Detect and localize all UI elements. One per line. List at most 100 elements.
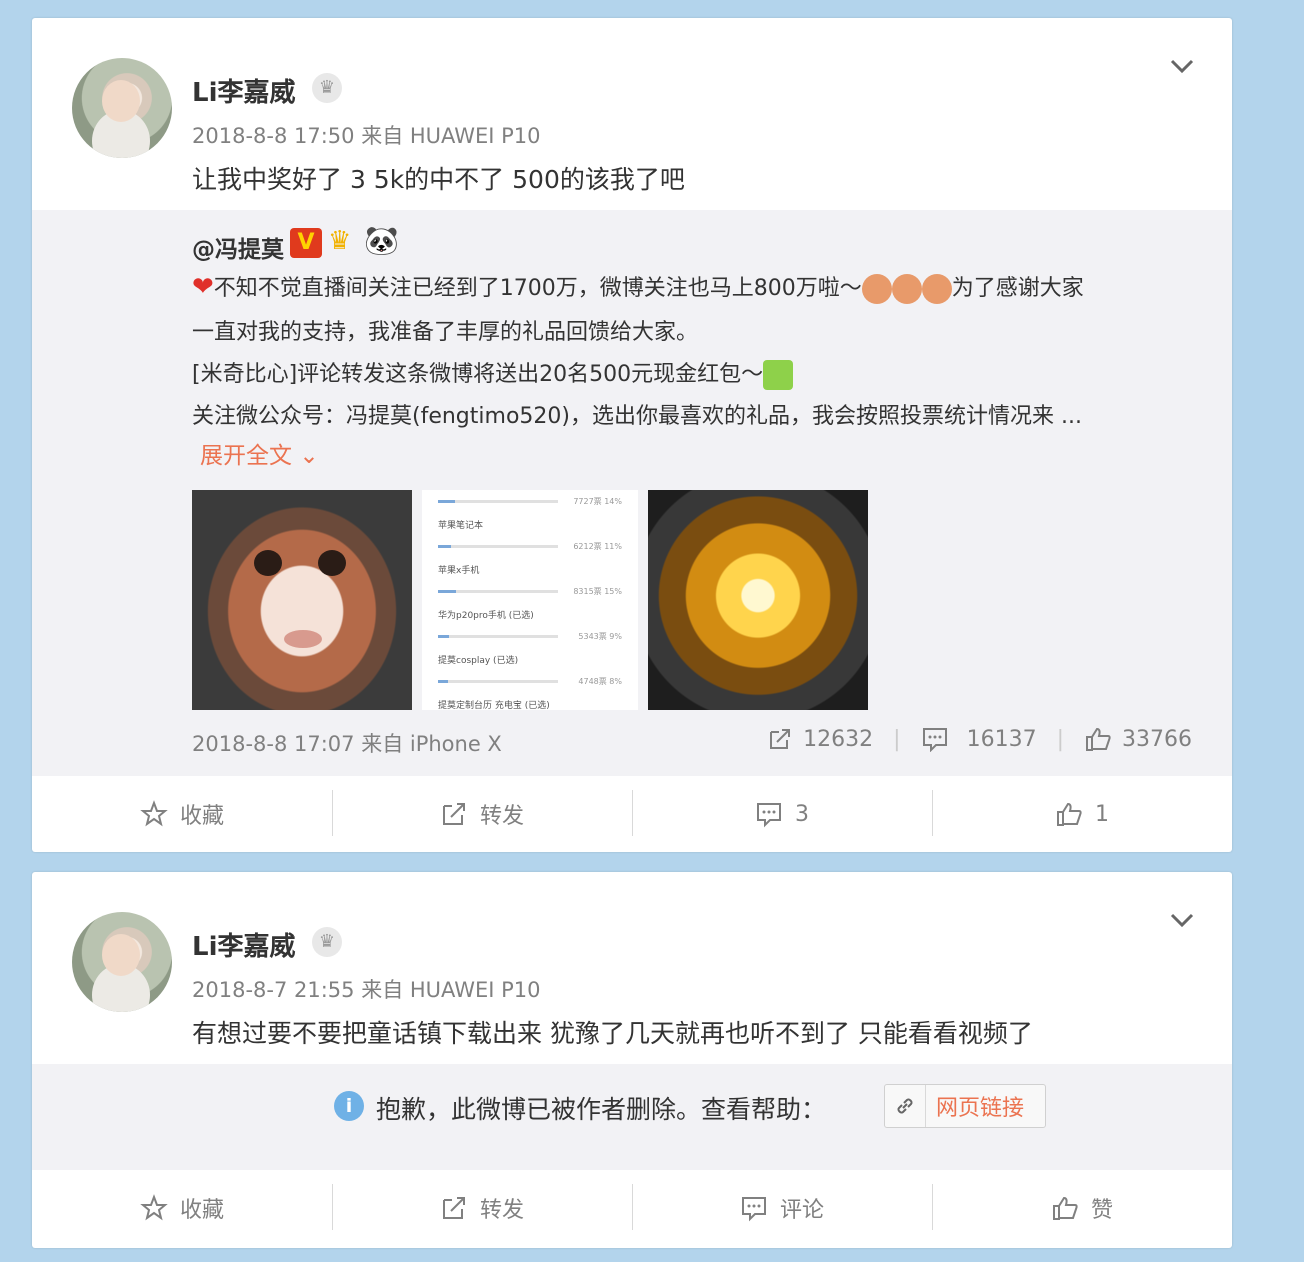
repost-block: @冯提莫 V ♛ 🐼 ❤不知不觉直播间关注已经到了1700万，微博关注也马上80…: [32, 210, 1232, 776]
comment-icon: [757, 803, 781, 828]
poll-option-label: 苹果笔记本: [438, 521, 484, 531]
like-button[interactable]: 1: [932, 776, 1232, 852]
expand-full-text-link[interactable]: 展开全文 ⌄: [200, 436, 319, 470]
comment-label: 评论: [779, 1198, 824, 1223]
repost-button[interactable]: 转发: [332, 1170, 632, 1246]
poll-bar: [438, 500, 558, 503]
comment-label: 3: [795, 801, 809, 827]
like-count[interactable]: 33766: [1084, 726, 1192, 752]
repost-line-4: 关注微公众号：冯提莫(fengtimo520)，选出你最喜欢的礼品，我会按照投票…: [192, 404, 1082, 429]
expand-label: 展开全文: [200, 443, 292, 469]
deleted-notice: i 抱歉，此微博已被作者删除。查看帮助： 网页链接: [32, 1064, 1232, 1170]
post-text: 让我中奖好了 3 5k的中不了 500的该我了吧: [192, 165, 685, 194]
like-label: 1: [1095, 801, 1109, 827]
thumb-up-icon: [1052, 1196, 1078, 1220]
repost-label: 转发: [479, 1198, 524, 1223]
action-bar: 收藏 转发 评论 赞: [32, 1170, 1232, 1246]
repost-meta: 2018-8-8 17:07 来自 iPhone X: [192, 732, 502, 756]
divider: |: [893, 726, 901, 752]
crown-icon: ♛: [312, 73, 342, 103]
comment-count[interactable]: 16137: [921, 726, 1037, 752]
weibo-card: Li李嘉威 ♛ 2018-8-8 17:50 来自 HUAWEI P10 让我中…: [32, 18, 1232, 852]
action-bar: 收藏 转发 3 1: [32, 776, 1232, 852]
poll-bar: [438, 635, 558, 638]
repost-line-1b: 为了感谢大家: [951, 276, 1084, 301]
repost-line-2: 一直对我的支持，我准备了丰厚的礼品回馈给大家。: [192, 320, 699, 345]
poll-bar-fill: [438, 590, 456, 593]
divider: |: [1056, 726, 1064, 752]
poll-bar: [438, 545, 558, 548]
post-text: 有想过要不要把童话镇下载出来 犹豫了几天就再也听不到了 只能看看视频了: [192, 1019, 1033, 1048]
repost-count[interactable]: 12632: [767, 726, 873, 752]
favorite-button[interactable]: 收藏: [32, 776, 332, 852]
crown-icon: ♛: [312, 927, 342, 957]
favorite-label: 收藏: [179, 804, 224, 829]
weibo-card: Li李嘉威 ♛ 2018-8-7 21:55 来自 HUAWEI P10 有想过…: [32, 872, 1232, 1248]
poll-count: 8315票 15%: [573, 587, 622, 596]
chevron-down-icon[interactable]: [1170, 58, 1194, 80]
emoji-icon: [921, 274, 952, 304]
poll-option-label: 提莫cosplay (已选): [438, 656, 519, 666]
link-icon: [885, 1085, 926, 1127]
emoji-icon: [861, 274, 892, 304]
star-icon: [140, 800, 168, 827]
crown-badge-icon: ♛: [328, 226, 352, 256]
deleted-notice-text: 抱歉，此微博已被作者删除。查看帮助：: [376, 1095, 827, 1124]
emoji-icon: [891, 274, 922, 304]
chevron-down-icon: ⌄: [299, 443, 319, 469]
repost-stats: 12632 | 16137 | 33766: [767, 726, 1192, 752]
post-meta: 2018-8-8 17:50 来自 HUAWEI P10: [192, 124, 541, 148]
repost-username[interactable]: @冯提莫: [192, 230, 284, 264]
info-icon: i: [334, 1091, 364, 1121]
like-count-value: 33766: [1122, 726, 1192, 752]
repost-line-1: ❤不知不觉直播间关注已经到了1700万，微博关注也马上800万啦～ 为了感谢大家: [192, 270, 1084, 304]
poll-count: 6212票 11%: [573, 542, 622, 551]
poll-bar-fill: [438, 680, 448, 683]
heart-icon: ❤: [192, 272, 214, 302]
comment-button[interactable]: 3: [632, 776, 932, 852]
poll-count: 4748票 8%: [578, 677, 622, 686]
photo-thumbnail[interactable]: [648, 490, 868, 710]
repost-label: 转发: [479, 804, 524, 829]
verified-badge-icon: V: [290, 228, 322, 258]
photo-thumbnail[interactable]: [192, 490, 412, 710]
comment-count-value: 16137: [966, 726, 1037, 752]
thumb-up-icon: [1057, 802, 1082, 826]
poll-option-label: 华为p20pro手机 (已选): [438, 611, 534, 621]
gift-icon: [763, 360, 794, 390]
web-link-label: 网页链接: [936, 1096, 1025, 1121]
repost-line-1a: 不知不觉直播间关注已经到了1700万，微博关注也马上800万啦～: [213, 276, 862, 301]
username[interactable]: Li李嘉威: [192, 72, 295, 109]
favorite-button[interactable]: 收藏: [32, 1170, 332, 1246]
comment-button[interactable]: 评论: [632, 1170, 932, 1246]
avatar[interactable]: [72, 912, 172, 1012]
repost-icon: [442, 1197, 465, 1219]
repost-icon: [770, 729, 791, 749]
repost-icon: [442, 803, 465, 825]
poll-screenshot-thumbnail[interactable]: 7727票 14% 苹果笔记本 6212票 11% 苹果x手机 8315票 15% 华为p…: [422, 490, 638, 710]
poll-bar-fill: [438, 545, 451, 548]
repost-count-value: 12632: [803, 726, 874, 752]
comment-icon: [741, 1197, 766, 1222]
like-button[interactable]: 赞: [932, 1170, 1232, 1246]
poll-count: 7727票 14%: [573, 497, 622, 506]
poll-bar: [438, 590, 558, 593]
repost-button[interactable]: 转发: [332, 776, 632, 852]
panda-badge-icon: 🐼: [364, 224, 399, 257]
like-label: 赞: [1090, 1198, 1113, 1223]
thumb-up-icon: [1086, 727, 1111, 751]
post-meta: 2018-8-7 21:55 来自 HUAWEI P10: [192, 978, 541, 1002]
poll-bar-fill: [438, 500, 455, 503]
repost-line-3: [米奇比心]评论转发这条微博将送出20名500元现金红包～: [192, 356, 794, 390]
comment-icon: [922, 728, 947, 752]
poll-option-label: 提莫定制台历 充电宝 (已选): [438, 701, 550, 710]
poll-bar-fill: [438, 635, 449, 638]
avatar[interactable]: [72, 58, 172, 158]
poll-bar: [438, 680, 558, 683]
chevron-down-icon[interactable]: [1170, 912, 1194, 934]
favorite-label: 收藏: [179, 1198, 224, 1223]
repost-line-3-text: [米奇比心]评论转发这条微博将送出20名500元现金红包～: [192, 362, 764, 387]
username[interactable]: Li李嘉威: [192, 926, 295, 963]
star-icon: [140, 1194, 168, 1221]
web-link-button[interactable]: 网页链接: [884, 1084, 1046, 1128]
